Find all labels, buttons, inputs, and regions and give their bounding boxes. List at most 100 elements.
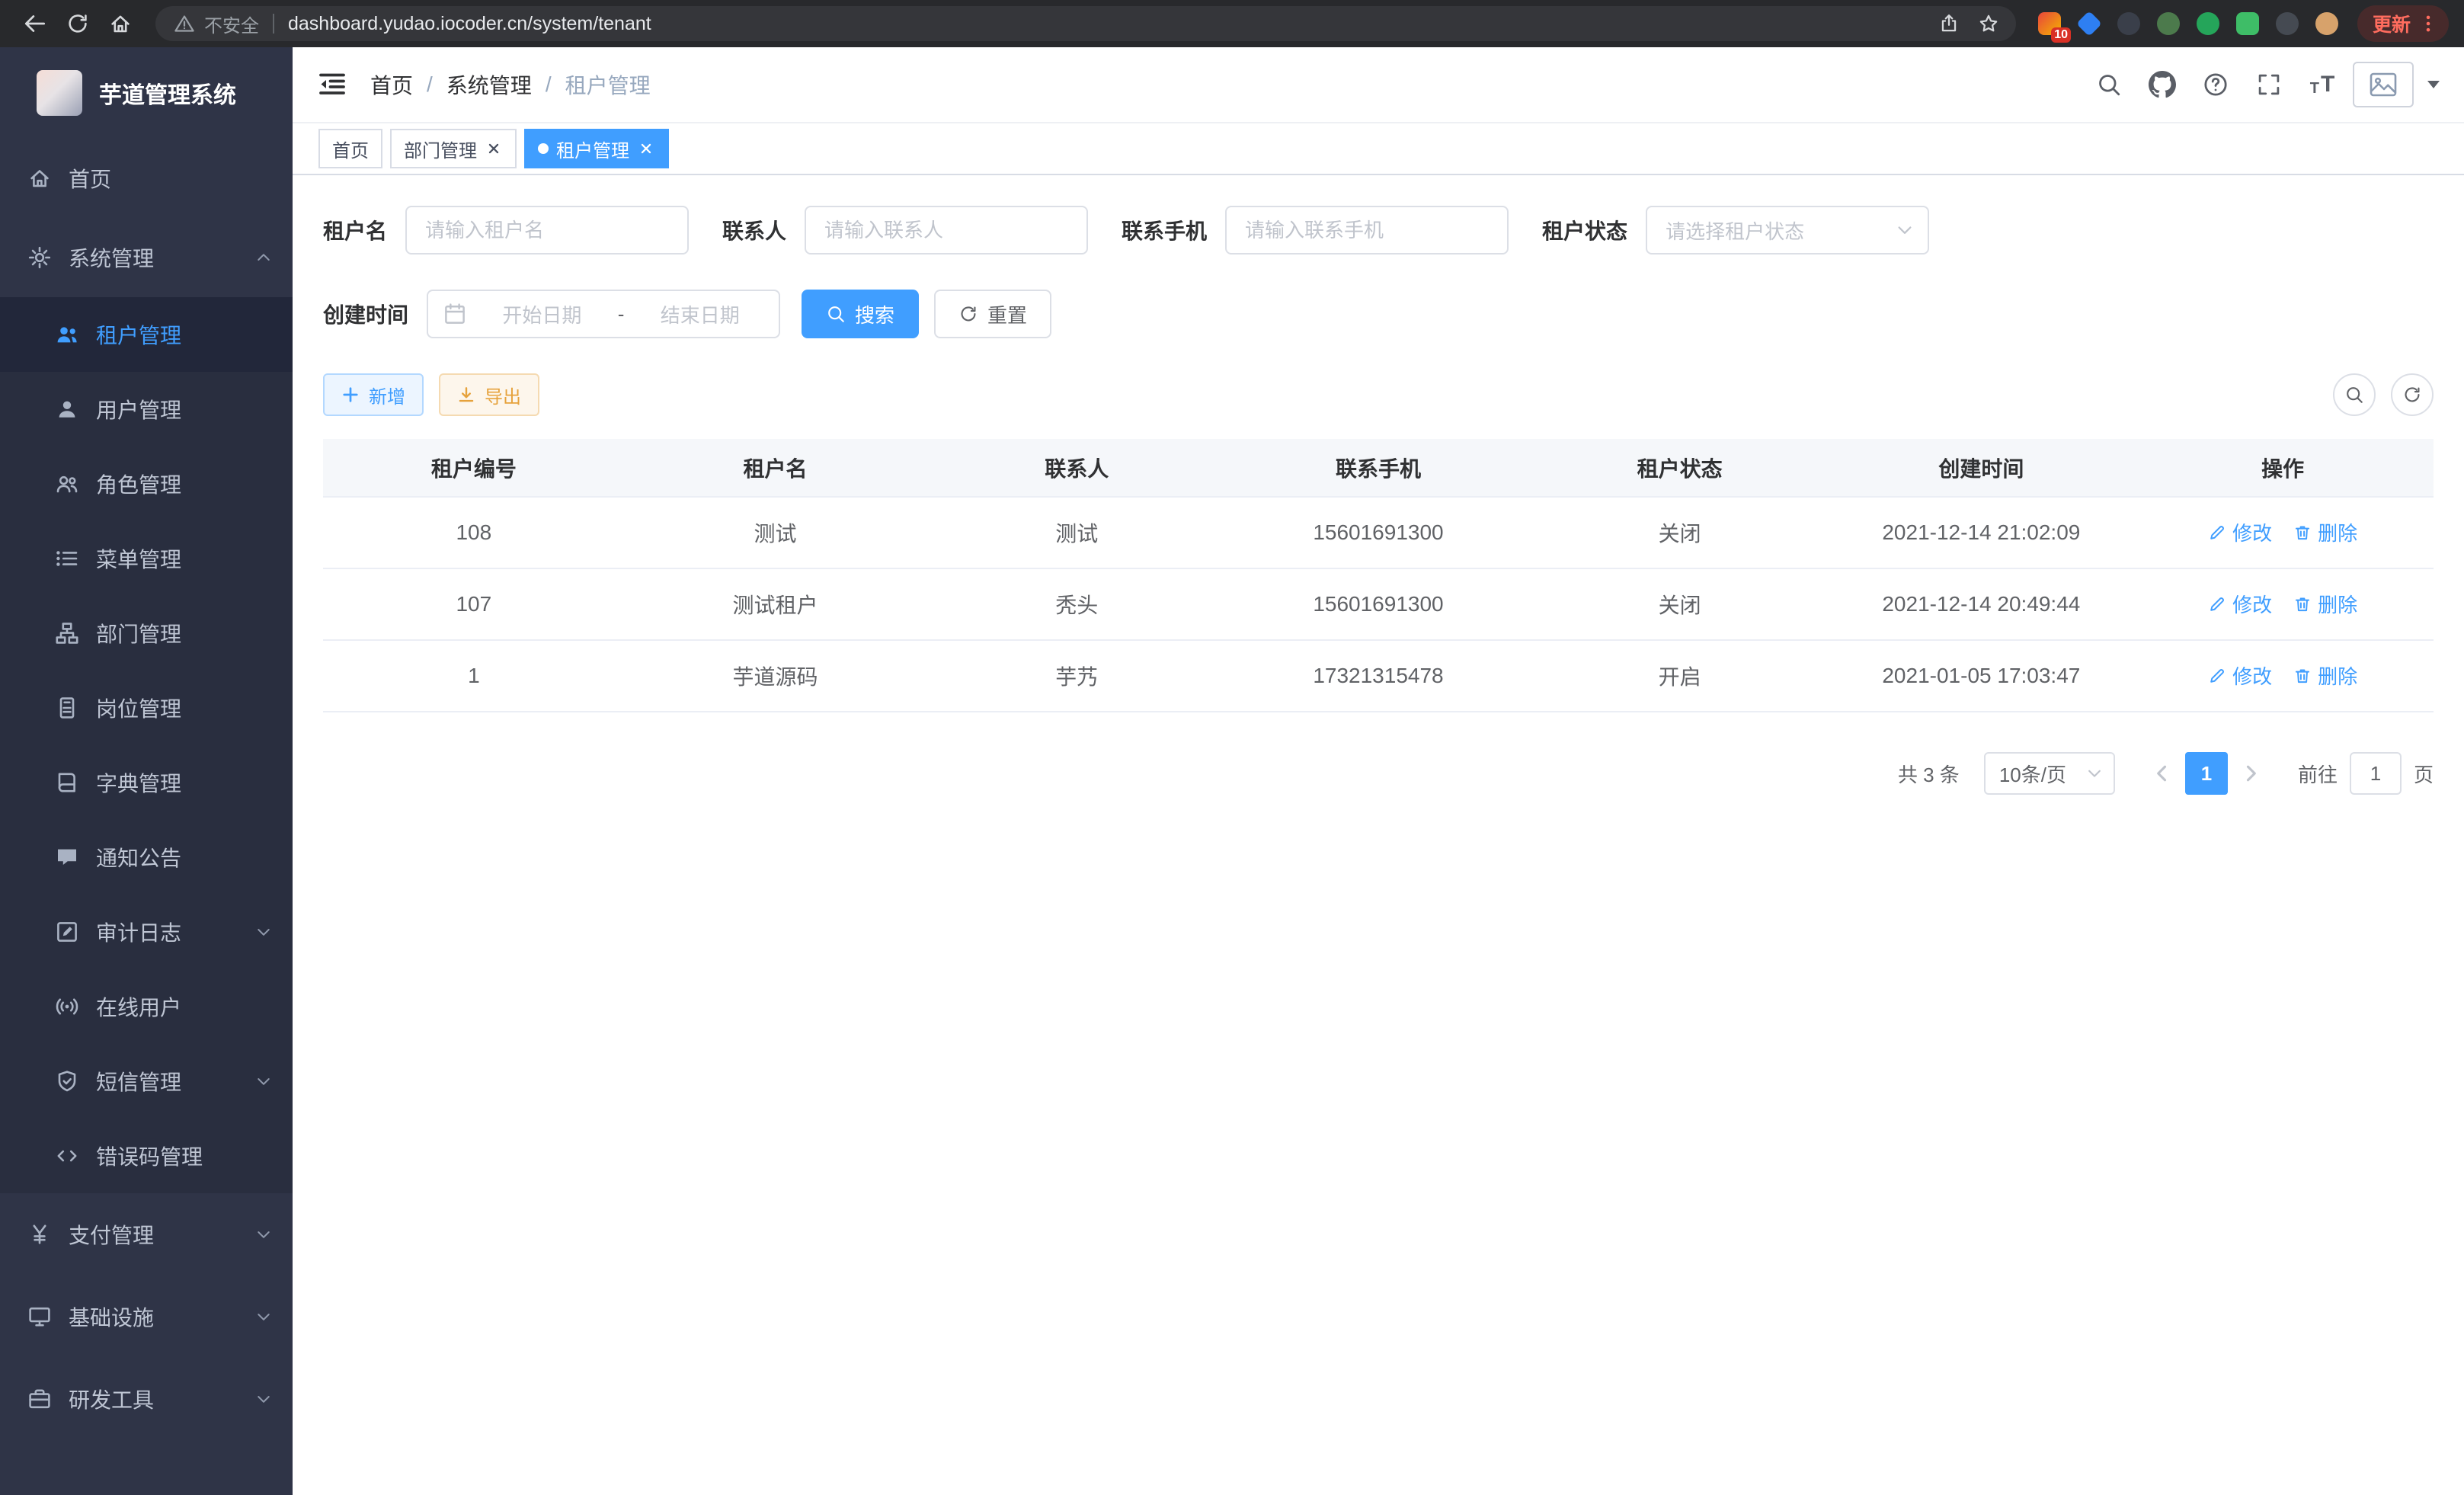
extension-glyph bbox=[2157, 12, 2180, 35]
chevron-down-icon bbox=[254, 923, 273, 941]
extension-glyph bbox=[2076, 11, 2102, 37]
sidebar-item-label: 菜单管理 bbox=[96, 543, 181, 574]
browser-update-button[interactable]: 更新 bbox=[2357, 5, 2449, 42]
sidebar-item-notice[interactable]: 通知公告 bbox=[0, 820, 293, 895]
profile-avatar-icon[interactable] bbox=[2309, 6, 2345, 41]
contact-label: 联系人 bbox=[722, 215, 805, 245]
help-icon[interactable] bbox=[2193, 62, 2238, 107]
contact-input[interactable] bbox=[805, 206, 1088, 255]
status-select[interactable]: 请选择租户状态 bbox=[1646, 206, 1929, 255]
app-logo-row[interactable]: 芋道管理系统 bbox=[0, 47, 293, 139]
sidebar-item-role[interactable]: 角色管理 bbox=[0, 447, 293, 521]
reload-icon[interactable] bbox=[58, 4, 98, 43]
phone-input[interactable] bbox=[1225, 206, 1509, 255]
tab-tenant[interactable]: 租户管理 bbox=[524, 129, 669, 168]
close-icon[interactable] bbox=[637, 139, 655, 158]
share-icon[interactable] bbox=[1931, 7, 1967, 40]
extension-icon-3[interactable] bbox=[2110, 6, 2147, 41]
breadcrumb-system[interactable]: 系统管理 bbox=[446, 69, 532, 100]
edit-link[interactable]: 修改 bbox=[2208, 661, 2272, 690]
cell-created: 2021-01-05 17:03:47 bbox=[1831, 640, 2133, 712]
edit-link[interactable]: 修改 bbox=[2208, 590, 2272, 618]
back-icon[interactable] bbox=[15, 4, 55, 43]
home-nav-icon[interactable] bbox=[101, 4, 140, 43]
sidebar-item-devtools[interactable]: 研发工具 bbox=[0, 1358, 293, 1440]
gear-icon bbox=[27, 245, 52, 270]
bookmark-star-icon[interactable] bbox=[1970, 7, 2007, 40]
refresh-table-button[interactable] bbox=[2391, 373, 2434, 416]
tenant-name-input[interactable] bbox=[405, 206, 689, 255]
page-size-select[interactable]: 10条/页 bbox=[1984, 752, 2115, 795]
sidebar-item-payment[interactable]: 支付管理 bbox=[0, 1193, 293, 1276]
warning-icon bbox=[174, 13, 195, 34]
avatar-caret-icon[interactable] bbox=[2427, 81, 2440, 88]
date-range-picker[interactable]: 开始日期 - 结束日期 bbox=[427, 290, 780, 338]
export-button[interactable]: 导出 bbox=[439, 373, 539, 416]
tags-bar: 首页 部门管理 租户管理 bbox=[293, 123, 2464, 175]
breadcrumb-home[interactable]: 首页 bbox=[370, 69, 413, 100]
col-status: 租户状态 bbox=[1529, 439, 1831, 497]
sidebar-item-system[interactable]: 系统管理 bbox=[0, 218, 293, 297]
table-row: 108 测试 测试 15601691300 关闭 2021-12-14 21:0… bbox=[323, 497, 2434, 568]
extension-icon-1[interactable]: 10 bbox=[2031, 6, 2068, 41]
close-icon[interactable] bbox=[485, 139, 503, 158]
extension-icon-4[interactable] bbox=[2150, 6, 2187, 41]
sidebar-item-menu[interactable]: 菜单管理 bbox=[0, 521, 293, 596]
extension-icon-7[interactable] bbox=[2269, 6, 2306, 41]
add-button[interactable]: 新增 bbox=[323, 373, 424, 416]
sidebar-item-error-code[interactable]: 错误码管理 bbox=[0, 1119, 293, 1193]
cell-phone: 15601691300 bbox=[1227, 568, 1529, 640]
col-created: 创建时间 bbox=[1831, 439, 2133, 497]
tab-home[interactable]: 首页 bbox=[318, 129, 382, 168]
cell-status: 关闭 bbox=[1529, 497, 1831, 568]
sidebar-item-label: 字典管理 bbox=[96, 767, 181, 798]
extension-icon-2[interactable] bbox=[2071, 6, 2107, 41]
audit-log-icon bbox=[55, 920, 79, 944]
sidebar-item-audit-log[interactable]: 审计日志 bbox=[0, 895, 293, 969]
col-actions: 操作 bbox=[2132, 439, 2434, 497]
user-avatar[interactable] bbox=[2353, 62, 2414, 107]
filter-row-1: 租户名 联系人 联系手机 租户状态 请选择租户状态 bbox=[323, 206, 2434, 255]
delete-link[interactable]: 删除 bbox=[2293, 661, 2357, 690]
sms-shield-icon bbox=[55, 1069, 79, 1093]
chevron-up-icon bbox=[254, 248, 273, 267]
delete-link[interactable]: 删除 bbox=[2293, 590, 2357, 618]
sidebar-fold-icon[interactable] bbox=[317, 69, 347, 100]
next-page-button[interactable] bbox=[2228, 752, 2274, 795]
breadcrumb-separator: / bbox=[427, 72, 433, 97]
extension-icon-5[interactable] bbox=[2190, 6, 2226, 41]
goto-page-input[interactable] bbox=[2350, 752, 2402, 795]
sidebar-item-online-user[interactable]: 在线用户 bbox=[0, 969, 293, 1044]
phone-label: 联系手机 bbox=[1122, 215, 1225, 245]
sidebar-item-post[interactable]: 岗位管理 bbox=[0, 671, 293, 745]
tab-dept[interactable]: 部门管理 bbox=[390, 129, 517, 168]
sidebar: 芋道管理系统 首页 系统管理 租户管理 用户管理 角色管理 菜单管理 bbox=[0, 47, 293, 1495]
sidebar-item-sms[interactable]: 短信管理 bbox=[0, 1044, 293, 1119]
fullscreen-icon[interactable] bbox=[2246, 62, 2292, 107]
extension-icon-6[interactable] bbox=[2229, 6, 2266, 41]
sidebar-item-tenant[interactable]: 租户管理 bbox=[0, 297, 293, 372]
font-size-icon[interactable]: TT bbox=[2299, 72, 2345, 98]
refresh-icon bbox=[958, 304, 978, 324]
address-bar[interactable]: 不安全 dashboard.yudao.iocoder.cn/system/te… bbox=[155, 6, 2016, 41]
sidebar-item-label: 部门管理 bbox=[96, 618, 181, 648]
search-button[interactable]: 搜索 bbox=[802, 290, 919, 338]
sidebar-item-label: 首页 bbox=[69, 163, 111, 194]
sidebar-item-home[interactable]: 首页 bbox=[0, 139, 293, 218]
prev-page-button[interactable] bbox=[2139, 752, 2185, 795]
sidebar-item-user[interactable]: 用户管理 bbox=[0, 372, 293, 447]
sidebar-item-infra[interactable]: 基础设施 bbox=[0, 1276, 293, 1358]
kebab-menu-icon[interactable] bbox=[2418, 14, 2438, 34]
security-chip[interactable]: 不安全 bbox=[174, 11, 259, 37]
page-number-1[interactable]: 1 bbox=[2185, 752, 2228, 795]
toggle-search-button[interactable] bbox=[2333, 373, 2376, 416]
header-search-icon[interactable] bbox=[2086, 62, 2132, 107]
status-select-placeholder: 请选择租户状态 bbox=[1666, 216, 1804, 245]
reset-button[interactable]: 重置 bbox=[934, 290, 1051, 338]
edit-link[interactable]: 修改 bbox=[2208, 518, 2272, 546]
github-icon[interactable] bbox=[2139, 62, 2185, 107]
download-icon bbox=[457, 386, 475, 404]
sidebar-item-dept[interactable]: 部门管理 bbox=[0, 596, 293, 671]
sidebar-item-dict[interactable]: 字典管理 bbox=[0, 745, 293, 820]
delete-link[interactable]: 删除 bbox=[2293, 518, 2357, 546]
